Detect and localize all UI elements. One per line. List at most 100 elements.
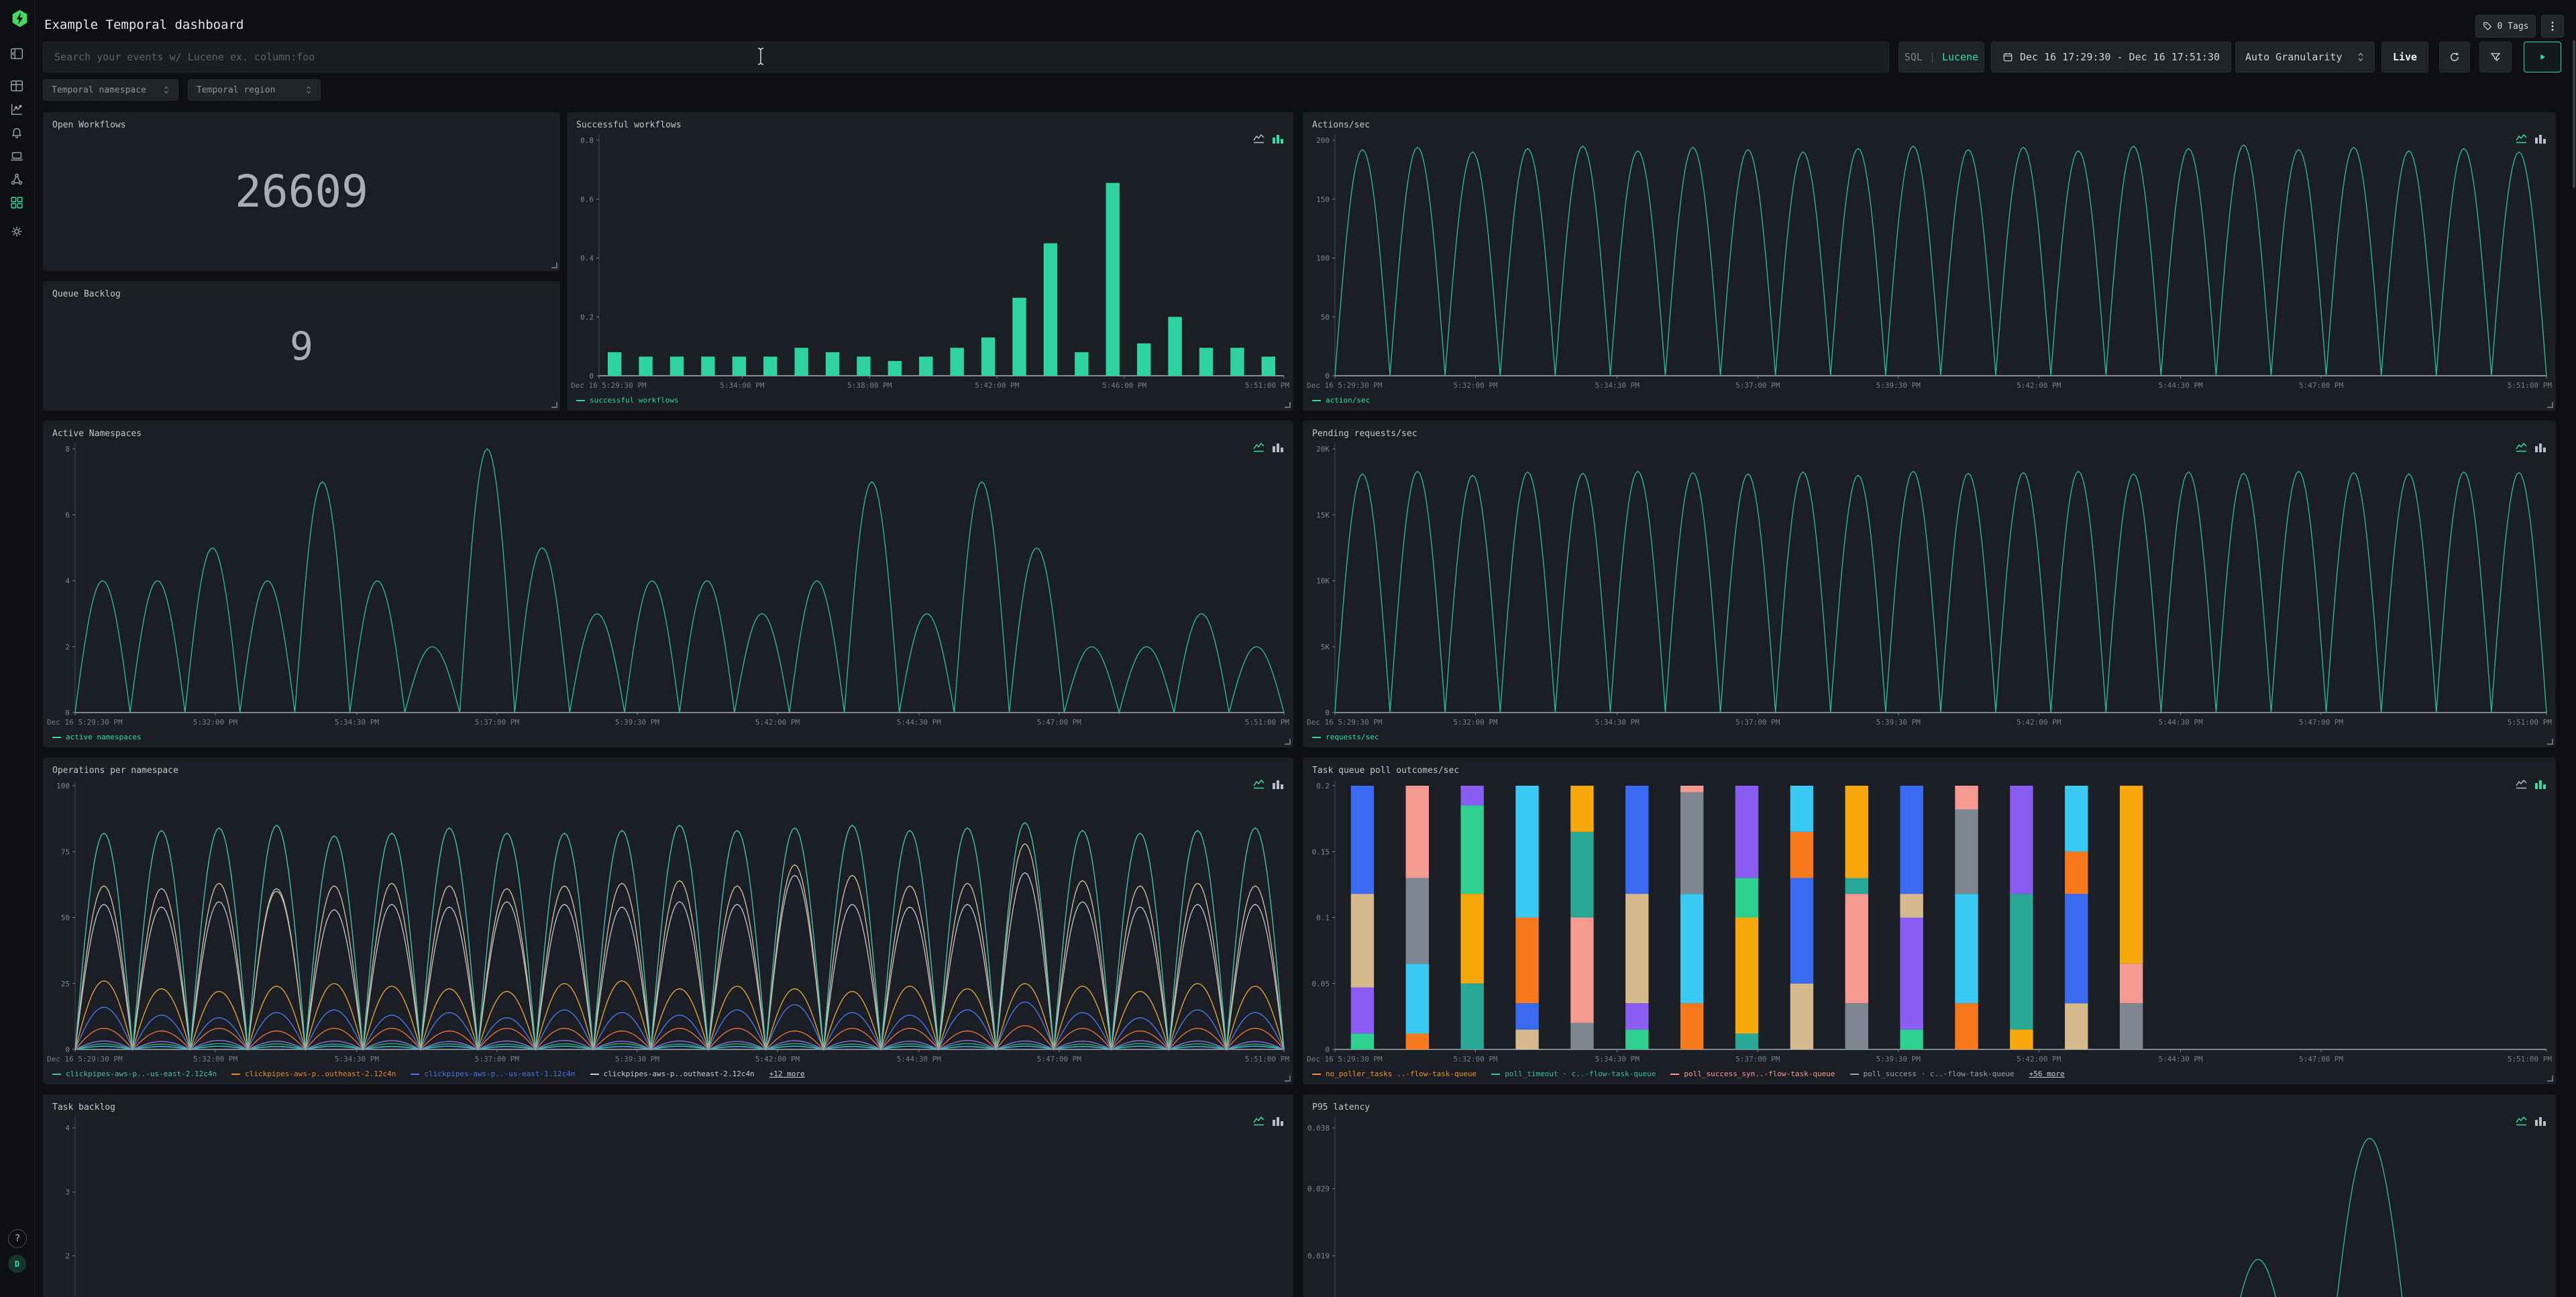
line-chart-toggle-icon[interactable] <box>1253 134 1265 144</box>
svg-text:0.15: 0.15 <box>1312 847 1330 856</box>
settings-gear-icon[interactable] <box>9 224 24 239</box>
legend-entry[interactable]: clickpipes-aws-p..-us-east-1.12c4n <box>411 1070 575 1078</box>
svg-text:5:51:00 PM: 5:51:00 PM <box>2508 718 2553 727</box>
legend-entry[interactable]: clickpipes-aws-p..outheast-2.12c4n <box>590 1070 755 1078</box>
scrollbar-thumb[interactable] <box>2573 40 2575 188</box>
svg-text:Dec 16 5:29:30 PM: Dec 16 5:29:30 PM <box>1307 381 1383 390</box>
svg-text:5:37:00 PM: 5:37:00 PM <box>475 1055 520 1063</box>
resize-handle[interactable] <box>1285 402 1291 408</box>
filter-icon <box>2489 51 2502 63</box>
filter-temporal-region[interactable]: Temporal region <box>188 79 321 101</box>
run-query-button[interactable] <box>2524 42 2561 72</box>
app-logo-icon[interactable] <box>10 9 30 28</box>
resize-handle[interactable] <box>2547 739 2553 745</box>
filter-temporal-namespace[interactable]: Temporal namespace <box>43 79 178 101</box>
sql-mode-label[interactable]: SQL <box>1904 51 1923 63</box>
poll-outcomes-chart: 0.20.150.10.050Dec 16 5:29:30 PM5:32:00 … <box>1303 758 2556 1084</box>
calendar-icon <box>2002 52 2013 62</box>
dashboards-grid-icon[interactable] <box>9 195 24 210</box>
lucene-mode-label[interactable]: Lucene <box>1942 51 1978 63</box>
help-label: ? <box>15 1233 20 1244</box>
legend-entry[interactable]: poll_success · c..-flow-task-queue <box>1850 1070 2015 1078</box>
page-title: Example Temporal dashboard <box>44 17 244 32</box>
svg-text:5:42:00 PM: 5:42:00 PM <box>2017 718 2061 727</box>
panel-title: Successful workflows <box>576 120 682 130</box>
query-mode-toggle[interactable]: SQL | Lucene <box>1898 42 1984 72</box>
filter-edit-button[interactable] <box>2479 42 2512 72</box>
line-chart-toggle-icon[interactable] <box>2516 1116 2528 1127</box>
more-menu-button[interactable] <box>2541 15 2564 38</box>
legend-entry[interactable]: poll_success_syn..-flow-task-queue <box>1670 1070 1835 1078</box>
svg-text:5:37:00 PM: 5:37:00 PM <box>1735 381 1780 390</box>
p95-latency-chart: 0.0380.0290.019 <box>1303 1094 2556 1297</box>
sessions-laptop-icon[interactable] <box>9 149 24 164</box>
svg-text:5:42:00 PM: 5:42:00 PM <box>975 381 1020 390</box>
bar-chart-toggle-icon[interactable] <box>1272 442 1284 453</box>
refresh-button[interactable] <box>2439 42 2470 72</box>
legend-entry[interactable]: requests/sec <box>1312 733 1379 741</box>
bar-chart-toggle-icon[interactable] <box>2534 779 2546 790</box>
svg-text:3: 3 <box>65 1188 70 1196</box>
bar-chart-toggle-icon[interactable] <box>2534 134 2546 144</box>
line-chart-toggle-icon[interactable] <box>2516 779 2528 790</box>
line-chart-toggle-icon[interactable] <box>1253 779 1265 790</box>
svg-text:0.6: 0.6 <box>580 195 594 204</box>
legend-entry[interactable]: +56 more <box>2029 1070 2065 1078</box>
panel-task-backlog: Task backlog 432 <box>43 1094 1293 1297</box>
pending-requests-chart: 20K15K10K5K0Dec 16 5:29:30 PM5:32:00 PM5… <box>1303 421 2556 747</box>
tags-button[interactable]: 0 Tags <box>2475 15 2536 38</box>
legend-entry[interactable]: active namespaces <box>52 733 142 741</box>
bar-chart-toggle-icon[interactable] <box>2534 1116 2546 1127</box>
help-button[interactable]: ? <box>8 1229 27 1248</box>
legend-entry[interactable]: action/sec <box>1312 396 1370 405</box>
legend-entry[interactable]: clickpipes-aws-p..outheast-2.12c4n <box>231 1070 396 1078</box>
live-label: Live <box>2393 51 2417 63</box>
avatar-label: D <box>15 1259 19 1269</box>
line-chart-toggle-icon[interactable] <box>1253 1116 1265 1127</box>
topology-share-icon[interactable] <box>9 172 24 187</box>
svg-text:Dec 16 5:29:30 PM: Dec 16 5:29:30 PM <box>1307 1055 1383 1063</box>
date-range-picker[interactable]: Dec 16 17:29:30 - Dec 16 17:51:30 <box>1991 42 2231 72</box>
search-input[interactable] <box>43 42 1889 72</box>
resize-handle[interactable] <box>1285 739 1291 745</box>
svg-text:5:37:00 PM: 5:37:00 PM <box>1735 1055 1780 1063</box>
alerts-bell-icon[interactable] <box>9 125 24 140</box>
svg-text:200: 200 <box>1316 136 1330 145</box>
svg-text:5:32:00 PM: 5:32:00 PM <box>1453 381 1498 390</box>
legend: clickpipes-aws-p..-us-east-2.12c4n clickp… <box>52 1070 805 1078</box>
legend-entry[interactable]: successful workflows <box>576 396 678 405</box>
svg-text:0.05: 0.05 <box>1312 980 1330 988</box>
resize-handle[interactable] <box>551 402 557 408</box>
legend-entry[interactable]: poll_timeout · c..-flow-task-queue <box>1491 1070 1656 1078</box>
line-chart-toggle-icon[interactable] <box>2516 442 2528 453</box>
resize-handle[interactable] <box>551 262 557 268</box>
data-tables-icon[interactable] <box>9 79 24 93</box>
sidebar-collapse-icon[interactable] <box>9 46 24 61</box>
panel-title: Open Workflows <box>52 120 126 130</box>
svg-text:100: 100 <box>1316 254 1330 263</box>
bar-chart-toggle-icon[interactable] <box>2534 442 2546 453</box>
svg-text:2: 2 <box>65 643 70 652</box>
live-button[interactable]: Live <box>2381 42 2428 72</box>
granularity-select[interactable]: Auto Granularity <box>2235 42 2375 72</box>
bar-chart-toggle-icon[interactable] <box>1272 1116 1284 1127</box>
user-avatar[interactable]: D <box>8 1255 26 1273</box>
svg-text:0.038: 0.038 <box>1307 1124 1330 1133</box>
line-chart-toggle-icon[interactable] <box>2516 134 2528 144</box>
updown-chevron-icon <box>163 85 170 95</box>
line-chart-toggle-icon[interactable] <box>1253 442 1265 453</box>
bar-chart-toggle-icon[interactable] <box>1272 779 1284 790</box>
legend-entry[interactable]: no_poller_tasks ..-flow-task-queue <box>1312 1070 1477 1078</box>
svg-text:5:44:30 PM: 5:44:30 PM <box>2158 381 2203 390</box>
legend-entry[interactable]: clickpipes-aws-p..-us-east-2.12c4n <box>52 1070 217 1078</box>
resize-handle[interactable] <box>2547 1076 2553 1082</box>
legend-entry[interactable]: +12 more <box>769 1070 805 1078</box>
svg-text:6: 6 <box>65 511 70 519</box>
resize-handle[interactable] <box>2547 402 2553 408</box>
svg-text:20K: 20K <box>1316 445 1330 454</box>
svg-text:5:42:00 PM: 5:42:00 PM <box>755 718 800 727</box>
svg-text:5:42:00 PM: 5:42:00 PM <box>2017 381 2061 390</box>
analytics-chart-icon[interactable] <box>9 102 24 117</box>
resize-handle[interactable] <box>1285 1076 1291 1082</box>
bar-chart-toggle-icon[interactable] <box>1272 134 1284 144</box>
